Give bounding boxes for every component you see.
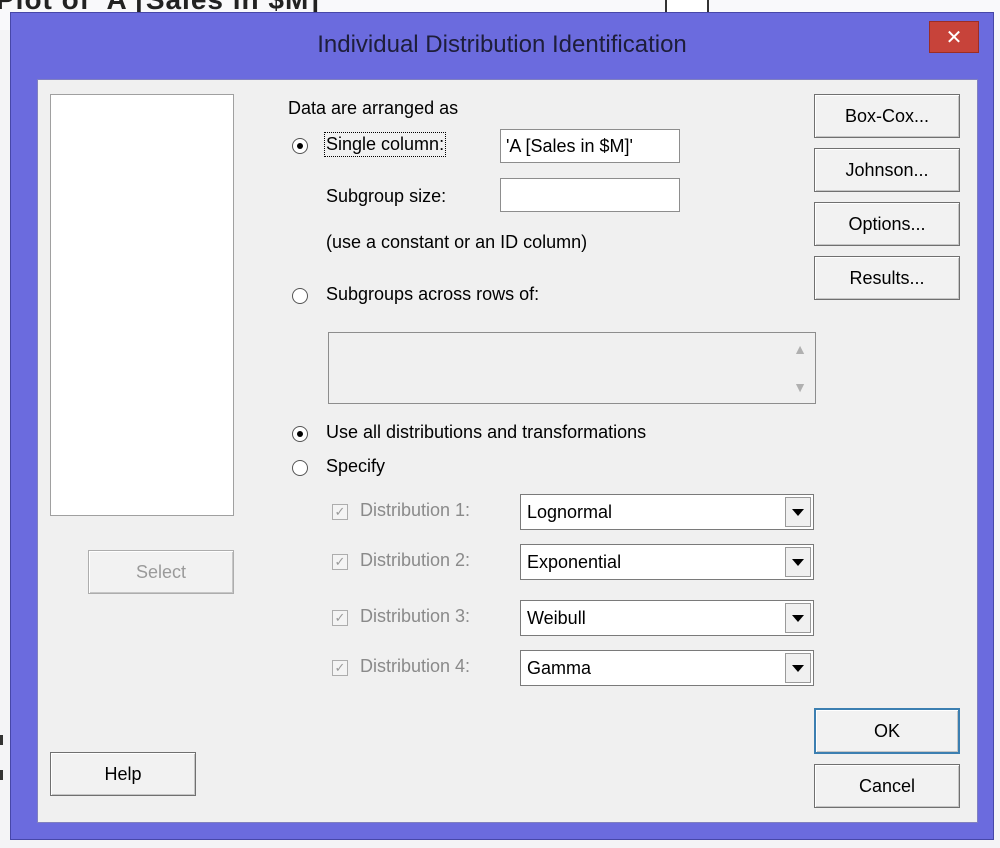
distribution-1-checkbox[interactable]: ✓ xyxy=(332,504,348,520)
subgroups-across-label[interactable]: Subgroups across rows of: xyxy=(326,284,539,305)
chevron-down-icon[interactable] xyxy=(785,497,811,527)
variables-listbox[interactable] xyxy=(50,94,234,516)
distribution-2-label: Distribution 2: xyxy=(360,550,471,570)
single-column-field[interactable]: 'A [Sales in $M]' xyxy=(500,129,680,163)
chevron-down-icon[interactable] xyxy=(785,547,811,577)
specify-radio[interactable] xyxy=(292,460,308,476)
specify-label[interactable]: Specify xyxy=(326,456,385,477)
distribution-2-select[interactable]: Exponential xyxy=(520,544,814,580)
scroll-up-icon[interactable]: ▲ xyxy=(793,341,807,357)
distribution-3-label: Distribution 3: xyxy=(360,606,471,626)
subgroups-across-radio[interactable] xyxy=(292,288,308,304)
options-button[interactable]: Options... xyxy=(814,202,960,246)
background-tick xyxy=(0,770,3,780)
subgroup-size-label: Subgroup size: xyxy=(326,186,447,206)
ok-button[interactable]: OK xyxy=(814,708,960,754)
dialog-window: Individual Distribution Identification ✕… xyxy=(10,12,994,840)
scroll-down-icon[interactable]: ▼ xyxy=(793,379,807,395)
box-cox-button[interactable]: Box-Cox... xyxy=(814,94,960,138)
results-button[interactable]: Results... xyxy=(814,256,960,300)
background-tick xyxy=(0,735,3,745)
single-column-label[interactable]: Single column: xyxy=(323,132,447,157)
title-bar: Individual Distribution Identification ✕ xyxy=(11,13,993,75)
chevron-down-icon[interactable] xyxy=(785,653,811,683)
distribution-3-value: Weibull xyxy=(527,608,586,628)
help-button[interactable]: Help xyxy=(50,752,196,796)
single-column-radio[interactable] xyxy=(292,138,308,154)
subgroup-size-field[interactable] xyxy=(500,178,680,212)
distribution-4-checkbox[interactable]: ✓ xyxy=(332,660,348,676)
distribution-4-select[interactable]: Gamma xyxy=(520,650,814,686)
dialog-client-area: Select Help Data are arranged as Single … xyxy=(37,79,978,823)
close-icon: ✕ xyxy=(945,26,963,49)
distribution-3-checkbox[interactable]: ✓ xyxy=(332,610,348,626)
cancel-button[interactable]: Cancel xyxy=(814,764,960,808)
subgroups-across-field[interactable]: ▲ ▼ xyxy=(328,332,816,404)
select-button[interactable]: Select xyxy=(88,550,234,594)
distribution-2-value: Exponential xyxy=(527,552,622,572)
distribution-1-select[interactable]: Lognormal xyxy=(520,494,814,530)
dialog-title: Individual Distribution Identification xyxy=(317,31,687,58)
distribution-2-checkbox[interactable]: ✓ xyxy=(332,554,348,570)
use-all-radio[interactable] xyxy=(292,426,308,442)
distribution-4-value: Gamma xyxy=(527,658,592,678)
use-all-label[interactable]: Use all distributions and transformation… xyxy=(326,422,646,443)
close-button[interactable]: ✕ xyxy=(929,21,979,53)
distribution-1-value: Lognormal xyxy=(527,502,613,522)
distribution-4-label: Distribution 4: xyxy=(360,656,471,676)
distribution-1-label: Distribution 1: xyxy=(360,500,471,520)
johnson-button[interactable]: Johnson... xyxy=(814,148,960,192)
chevron-down-icon[interactable] xyxy=(785,603,811,633)
constant-hint-label: (use a constant or an ID column) xyxy=(326,232,588,252)
data-arranged-label: Data are arranged as xyxy=(288,98,459,118)
distribution-3-select[interactable]: Weibull xyxy=(520,600,814,636)
